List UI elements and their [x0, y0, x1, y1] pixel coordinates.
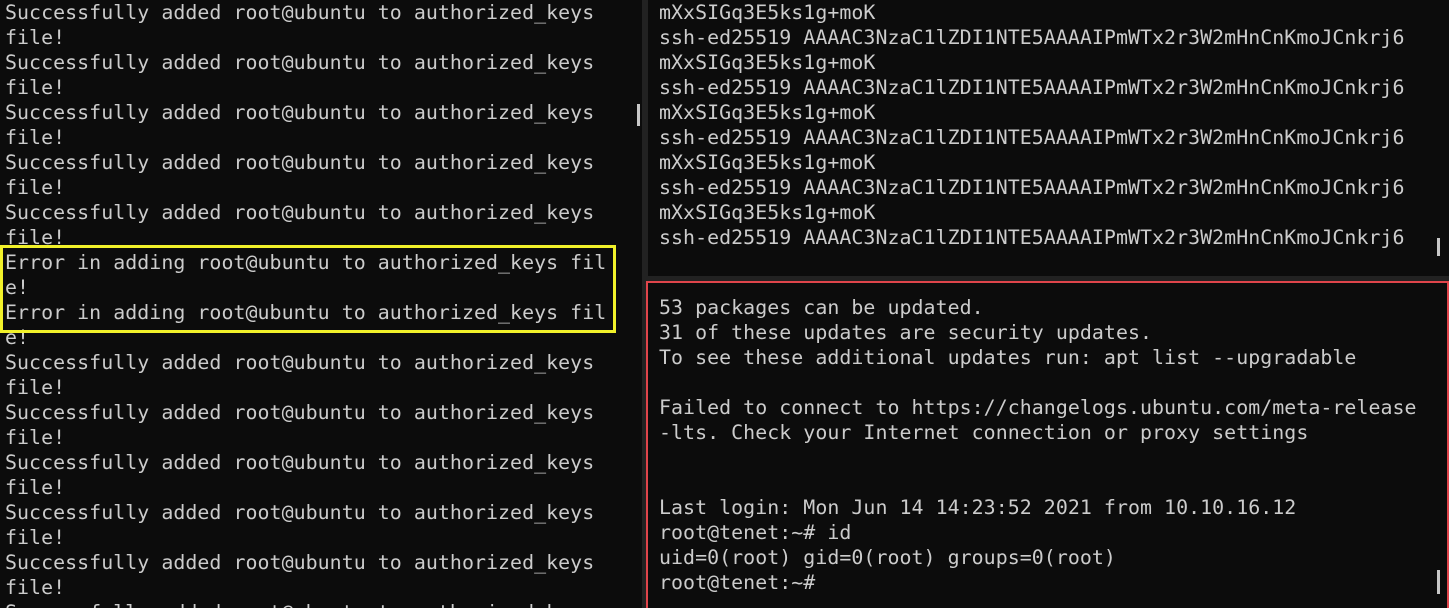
top-right-pane-scrollbar-thumb[interactable] [1437, 238, 1440, 256]
left-terminal-pane[interactable]: Successfully added root@ubuntu to author… [0, 0, 640, 608]
terminal-line: Last login: Mon Jun 14 14:23:52 2021 fro… [659, 496, 1297, 519]
bottom-right-terminal-pane[interactable]: 53 packages can be updated. 31 of these … [646, 281, 1449, 608]
terminal-line: file! [5, 26, 66, 49]
terminal-line: ssh-ed25519 AAAAC3NzaC1lZDI1NTE5AAAAIPmW… [659, 176, 1405, 199]
terminal-line: mXxSIGq3E5ks1g+moK [659, 151, 876, 174]
terminal-line: file! [5, 76, 66, 99]
error-line: Error in adding root@ubuntu to authorize… [5, 301, 607, 324]
terminal-line: file! [5, 576, 66, 599]
error-line: Error in adding root@ubuntu to authorize… [5, 251, 607, 274]
terminal-line: ssh-ed25519 AAAAC3NzaC1lZDI1NTE5AAAAIPmW… [659, 226, 1405, 249]
terminal-line: Successfully added root@ubuntu to author… [5, 351, 595, 374]
terminal-line: ssh-ed25519 AAAAC3NzaC1lZDI1NTE5AAAAIPmW… [659, 76, 1405, 99]
terminal-line: 53 packages can be updated. [659, 296, 984, 319]
terminal-line: file! [5, 426, 66, 449]
terminal-line: Successfully added root@ubuntu to author… [5, 51, 595, 74]
terminal-line: root@tenet:~# id [659, 521, 852, 544]
terminal-line: ssh-ed25519 AAAAC3NzaC1lZDI1NTE5AAAAIPmW… [659, 126, 1405, 149]
terminal-line: file! [5, 226, 66, 249]
terminal-line: Successfully added root@ubuntu to author… [5, 600, 606, 608]
terminal-line: file! [5, 526, 66, 549]
terminal-line: Successfully added root@ubuntu to author… [5, 151, 595, 174]
terminal-line: -lts. Check your Internet connection or … [659, 421, 1309, 444]
bottom-right-pane-scrollbar-thumb[interactable] [1437, 570, 1440, 594]
terminal-line: Successfully added root@ubuntu to author… [5, 501, 595, 524]
top-right-terminal-output: mXxSIGq3E5ks1g+moK ssh-ed25519 AAAAC3Nza… [659, 0, 1405, 250]
terminal-line: mXxSIGq3E5ks1g+moK [659, 201, 876, 224]
left-pane-scrollbar-thumb[interactable] [637, 104, 640, 126]
terminal-line: file! [5, 376, 66, 399]
terminal-line: Successfully added root@ubuntu to author… [5, 551, 595, 574]
terminal-line: file! [5, 176, 66, 199]
terminal-line: Successfully added root@ubuntu to author… [5, 401, 595, 424]
terminal-line: ssh-ed25519 AAAAC3NzaC1lZDI1NTE5AAAAIPmW… [659, 26, 1405, 49]
terminal-line: Successfully added root@ubuntu to author… [5, 201, 595, 224]
terminal-line: mXxSIGq3E5ks1g+moK [659, 101, 876, 124]
terminal-line: To see these additional updates run: apt… [659, 346, 1357, 369]
terminal-line: mXxSIGq3E5ks1g+moK [659, 1, 876, 24]
left-terminal-output: Successfully added root@ubuntu to author… [5, 0, 606, 608]
terminal-line: file! [5, 476, 66, 499]
terminal-line: mXxSIGq3E5ks1g+moK [659, 51, 876, 74]
shell-prompt-line[interactable]: root@tenet:~# [659, 570, 1417, 595]
terminal-line: Successfully added root@ubuntu to author… [5, 451, 595, 474]
bottom-right-terminal-output: 53 packages can be updated. 31 of these … [659, 295, 1417, 595]
error-line: e! [5, 326, 30, 349]
terminal-line: uid=0(root) gid=0(root) groups=0(root) [659, 546, 1116, 569]
terminal-line: file! [5, 126, 66, 149]
top-right-terminal-pane[interactable]: mXxSIGq3E5ks1g+moK ssh-ed25519 AAAAC3Nza… [650, 0, 1449, 278]
terminal-line: Failed to connect to https://changelogs.… [659, 396, 1417, 419]
terminal-line: Successfully added root@ubuntu to author… [5, 101, 595, 124]
error-line: e! [5, 276, 30, 299]
terminal-line: Successfully added root@ubuntu to author… [5, 1, 595, 24]
terminal-line: 31 of these updates are security updates… [659, 321, 1153, 344]
